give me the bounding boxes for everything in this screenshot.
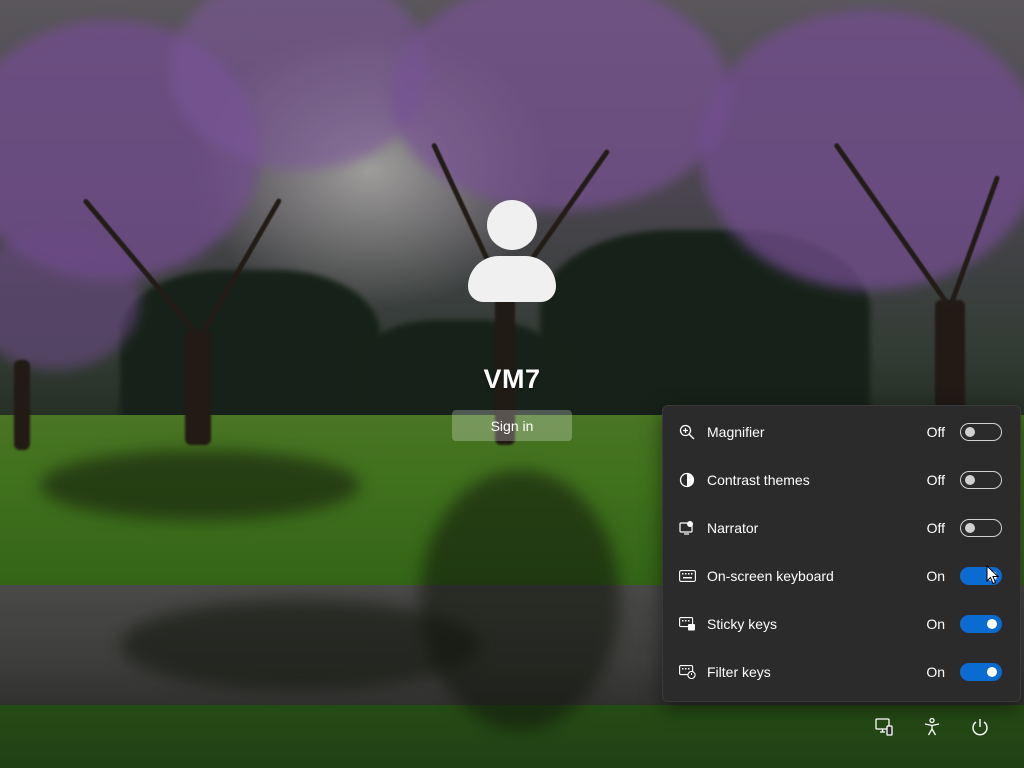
accessibility-item-magnifier[interactable]: Magnifier Off xyxy=(663,408,1020,456)
contrast-icon xyxy=(678,471,696,489)
keyboard-icon xyxy=(678,567,696,585)
magnifier-toggle[interactable] xyxy=(960,423,1002,441)
sign-in-button[interactable]: Sign in xyxy=(452,410,572,441)
power-icon[interactable] xyxy=(969,716,991,738)
accessibility-item-on-screen-keyboard[interactable]: On-screen keyboard On xyxy=(663,552,1020,600)
accessibility-item-state: On xyxy=(926,616,945,632)
contrast-themes-toggle[interactable] xyxy=(960,471,1002,489)
accessibility-item-label: Contrast themes xyxy=(707,472,810,488)
accessibility-item-state: On xyxy=(926,664,945,680)
magnifier-icon xyxy=(678,423,696,441)
sticky-keys-toggle[interactable] xyxy=(960,615,1002,633)
accessibility-item-label: Narrator xyxy=(707,520,759,536)
user-avatar xyxy=(466,200,558,304)
accessibility-item-label: On-screen keyboard xyxy=(707,568,834,584)
accessibility-icon[interactable] xyxy=(921,716,943,738)
narrator-icon xyxy=(678,519,696,537)
accessibility-item-state: Off xyxy=(926,520,945,536)
avatar-head xyxy=(487,200,537,250)
accessibility-item-state: Off xyxy=(926,472,945,488)
avatar-body xyxy=(468,256,556,302)
username: VM7 xyxy=(483,364,541,394)
mouse-cursor-icon xyxy=(986,565,1000,585)
accessibility-item-sticky-keys[interactable]: Sticky keys On xyxy=(663,600,1020,648)
network-icon[interactable] xyxy=(873,716,895,738)
filter-keys-toggle[interactable] xyxy=(960,663,1002,681)
accessibility-item-label: Sticky keys xyxy=(707,616,778,632)
accessibility-item-label: Filter keys xyxy=(707,664,771,680)
accessibility-item-contrast-themes[interactable]: Contrast themes Off xyxy=(663,456,1020,504)
accessibility-item-filter-keys[interactable]: Filter keys On xyxy=(663,648,1020,696)
filter-keys-icon xyxy=(678,663,696,681)
narrator-toggle[interactable] xyxy=(960,519,1002,537)
accessibility-item-state: Off xyxy=(926,424,945,440)
accessibility-item-state: On xyxy=(926,568,945,584)
accessibility-item-label: Magnifier xyxy=(707,424,765,440)
accessibility-panel: Magnifier Off Contrast themes Off Narrat… xyxy=(662,405,1021,702)
accessibility-item-narrator[interactable]: Narrator Off xyxy=(663,504,1020,552)
sticky-keys-icon xyxy=(678,615,696,633)
